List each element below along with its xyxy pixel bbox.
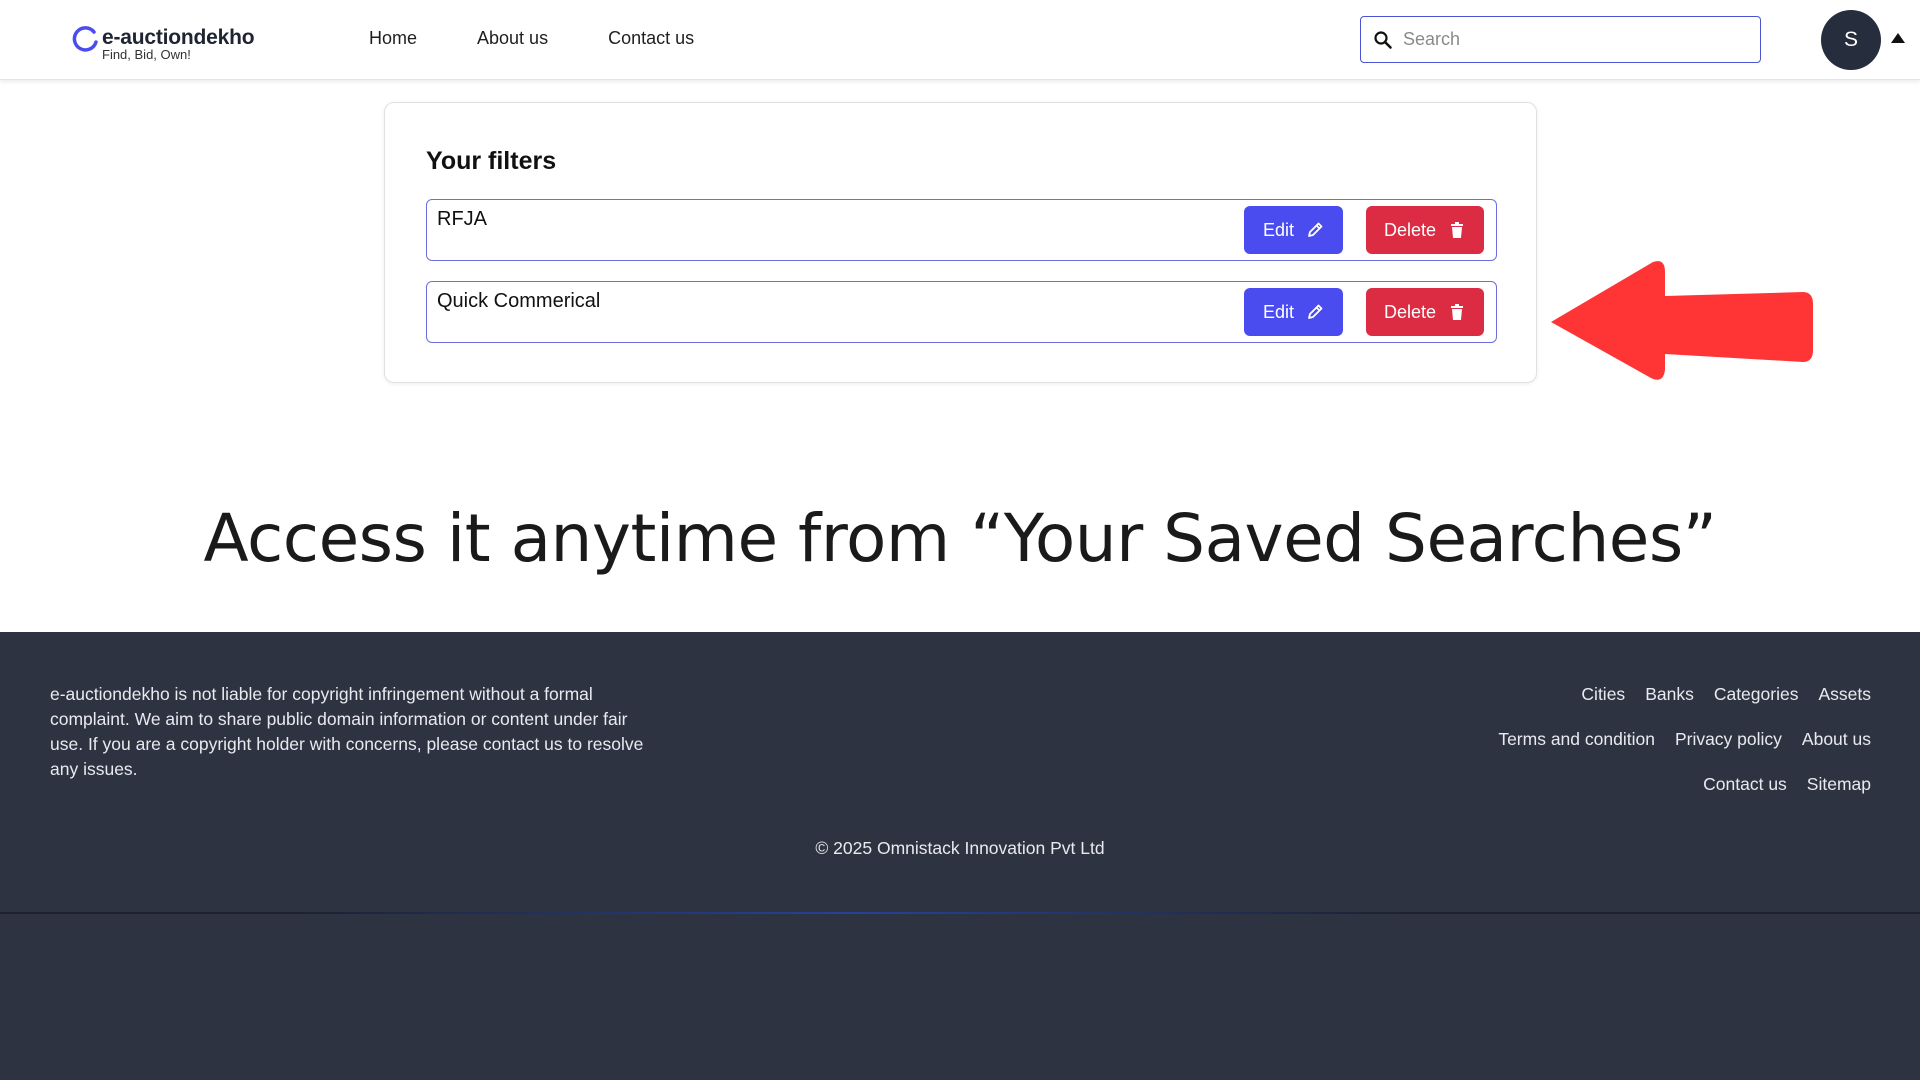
filter-item: RFJA Edit Delete	[426, 199, 1497, 261]
filters-card: Your filters RFJA Edit Delete Quick Comm…	[384, 102, 1537, 383]
trash-icon	[1451, 222, 1464, 238]
edit-filter-button[interactable]: Edit	[1244, 288, 1343, 336]
footer-link-banks[interactable]: Banks	[1645, 683, 1694, 705]
footer-divider	[300, 912, 1400, 914]
pencil-icon	[1308, 304, 1323, 319]
site-logo[interactable]: e-auctiondekho Find, Bid, Own!	[72, 26, 255, 62]
search-box[interactable]	[1360, 16, 1761, 63]
footer-link-contact[interactable]: Contact us	[1703, 773, 1787, 795]
filter-item: Quick Commerical Edit Delete	[426, 281, 1497, 343]
delete-filter-button[interactable]: Delete	[1366, 288, 1484, 336]
edit-filter-button[interactable]: Edit	[1244, 206, 1343, 254]
footer-disclaimer: e-auctiondekho is not liable for copyrig…	[50, 684, 644, 779]
nav-contact-us[interactable]: Contact us	[608, 28, 694, 49]
top-navbar: e-auctiondekho Find, Bid, Own! Home Abou…	[0, 0, 1920, 80]
delete-filter-button[interactable]: Delete	[1366, 206, 1484, 254]
promo-caption: Access it anytime from “Your Saved Searc…	[203, 500, 1717, 577]
footer-link-sitemap[interactable]: Sitemap	[1807, 773, 1871, 795]
filters-title: Your filters	[426, 147, 557, 175]
logo-tagline: Find, Bid, Own!	[102, 47, 191, 62]
trash-icon	[1451, 304, 1464, 320]
caret-up-icon[interactable]	[1891, 33, 1905, 43]
search-icon	[1374, 30, 1392, 49]
red-arrow-icon	[1551, 261, 1813, 380]
footer-link-privacy[interactable]: Privacy policy	[1675, 728, 1782, 750]
main-nav: Home About us Contact us	[369, 28, 754, 49]
footer-link-terms[interactable]: Terms and condition	[1498, 728, 1655, 750]
filter-name: Quick Commerical	[437, 290, 601, 312]
search-input[interactable]	[1403, 29, 1743, 50]
footer-link-cities[interactable]: Cities	[1581, 683, 1625, 705]
footer-link-about[interactable]: About us	[1802, 728, 1871, 750]
pencil-icon	[1308, 222, 1323, 237]
nav-home[interactable]: Home	[369, 28, 417, 49]
footer-copyright: © 2025 Omnistack Innovation Pvt Ltd	[815, 838, 1105, 858]
site-footer: e-auctiondekho is not liable for copyrig…	[0, 632, 1920, 914]
footer-links: Cities Banks Categories Assets Terms and…	[1478, 683, 1871, 818]
footer-link-assets[interactable]: Assets	[1818, 683, 1871, 705]
edit-label: Edit	[1262, 219, 1295, 240]
filter-name: RFJA	[437, 208, 487, 230]
edit-label: Edit	[1262, 301, 1295, 322]
footer-link-categories[interactable]: Categories	[1714, 683, 1799, 705]
user-avatar[interactable]: S	[1821, 10, 1881, 70]
logo-icon	[72, 26, 98, 52]
delete-label: Delete	[1383, 301, 1437, 322]
delete-label: Delete	[1383, 219, 1437, 240]
nav-about-us[interactable]: About us	[477, 28, 548, 49]
